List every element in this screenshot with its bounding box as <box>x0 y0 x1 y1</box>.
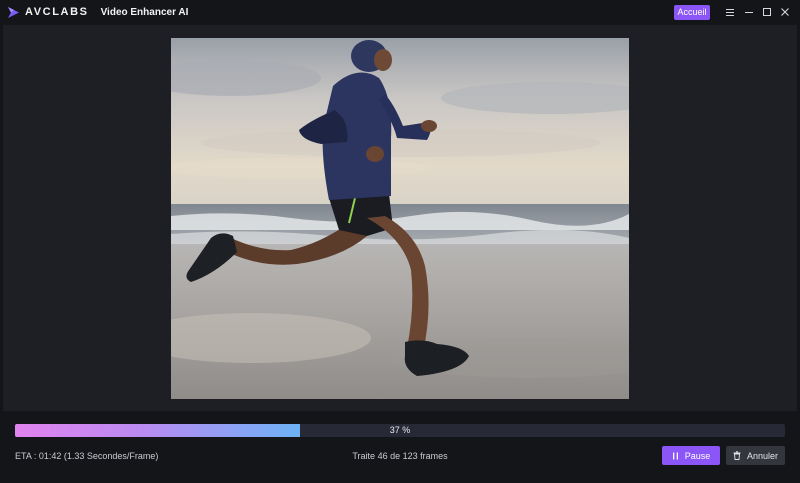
pause-button-label: Pause <box>684 450 711 461</box>
title-bar: AVCLABS Video Enhancer AI Accueil <box>0 0 800 24</box>
avclabs-logo-icon <box>8 6 19 18</box>
brand-logo: AVCLABS <box>7 6 89 19</box>
pause-icon <box>672 452 679 460</box>
app-title: Video Enhancer AI <box>100 6 189 18</box>
minimize-icon[interactable] <box>741 4 757 20</box>
brand-name: AVCLABS <box>25 6 89 18</box>
close-icon[interactable] <box>777 4 793 20</box>
home-button[interactable]: Accueil <box>674 5 710 20</box>
trash-icon <box>733 451 741 460</box>
cancel-button-label: Annuler <box>746 450 779 461</box>
progress-percent-label: 37 % <box>389 425 411 435</box>
app-window: AVCLABS Video Enhancer AI Accueil 37 % E… <box>0 0 800 483</box>
progress-panel: 37 % ETA : 01:42 (1.33 Secondes/Frame) T… <box>0 411 800 483</box>
cancel-button[interactable]: Annuler <box>726 446 785 465</box>
progress-bar: 37 % <box>15 424 785 437</box>
video-frame-image <box>171 38 629 399</box>
video-preview <box>171 38 629 399</box>
maximize-icon[interactable] <box>759 4 775 20</box>
menu-icon[interactable] <box>722 4 738 20</box>
preview-workspace <box>3 25 797 411</box>
pause-button[interactable]: Pause <box>662 446 720 465</box>
